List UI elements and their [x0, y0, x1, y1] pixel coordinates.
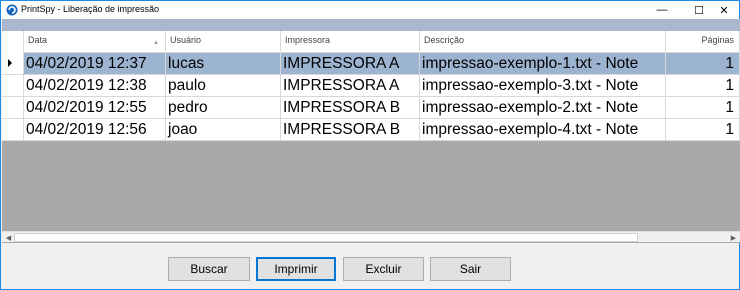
row-header[interactable] [2, 75, 24, 97]
table-row[interactable]: 04/02/2019 12:37 lucas IMPRESSORA A impr… [2, 53, 740, 75]
close-icon: ✕ [719, 4, 729, 17]
cell-descricao[interactable]: impressao-exemplo-2.txt - Note [420, 97, 666, 119]
buscar-button[interactable]: Buscar [168, 257, 250, 281]
print-jobs-grid[interactable]: Data ▲ Usuário Impressora Descrição Pági… [2, 19, 740, 243]
cell-data[interactable]: 04/02/2019 12:56 [24, 119, 166, 141]
table-row[interactable]: 04/02/2019 12:38 paulo IMPRESSORA A impr… [2, 75, 740, 97]
cell-impressora[interactable]: IMPRESSORA B [281, 119, 420, 141]
column-header-label: Descrição [424, 35, 465, 45]
column-header-usuario[interactable]: Usuário [166, 31, 281, 53]
close-button[interactable]: ✕ [709, 1, 739, 19]
column-header-label: Usuário [170, 35, 202, 45]
cell-data[interactable]: 04/02/2019 12:38 [24, 75, 166, 97]
row-header[interactable] [2, 119, 24, 141]
column-header-label: Data [28, 35, 48, 45]
cell-data[interactable]: 04/02/2019 12:55 [24, 97, 166, 119]
cell-paginas[interactable]: 1 [666, 75, 740, 97]
column-header-descricao[interactable]: Descrição [420, 31, 666, 53]
minimize-button[interactable]: — [647, 1, 677, 19]
column-header-label: Páginas [701, 35, 734, 45]
grid-header: Data ▲ Usuário Impressora Descrição Pági… [2, 31, 740, 53]
column-header-impressora[interactable]: Impressora [281, 31, 420, 53]
cell-data[interactable]: 04/02/2019 12:37 [24, 53, 166, 75]
minimize-icon: — [656, 4, 668, 16]
printspy-app-icon [6, 4, 18, 16]
sort-icon: ▲ [153, 40, 159, 46]
scroll-right-icon[interactable]: ▶ [728, 232, 739, 243]
row-header[interactable] [2, 53, 24, 75]
cell-usuario[interactable]: pedro [166, 97, 281, 119]
column-header-data[interactable]: Data ▲ [24, 31, 166, 53]
sair-button[interactable]: Sair [430, 257, 511, 281]
imprimir-button[interactable]: Imprimir [256, 257, 336, 281]
cell-impressora[interactable]: IMPRESSORA A [281, 75, 420, 97]
window-title: PrintSpy - Liberação de impressão [21, 4, 160, 14]
cell-usuario[interactable]: lucas [166, 53, 281, 75]
column-header-label: Impressora [285, 35, 331, 45]
scrollbar-thumb[interactable] [14, 233, 638, 242]
cell-descricao[interactable]: impressao-exemplo-1.txt - Note [420, 53, 666, 75]
cell-paginas[interactable]: 1 [666, 97, 740, 119]
row-header-corner [2, 31, 24, 53]
scroll-left-icon[interactable]: ◀ [3, 232, 14, 243]
cell-paginas[interactable]: 1 [666, 119, 740, 141]
row-header[interactable] [2, 97, 24, 119]
table-row[interactable]: 04/02/2019 12:55 pedro IMPRESSORA B impr… [2, 97, 740, 119]
app-window: PrintSpy - Liberação de impressão — ☐ ✕ … [0, 0, 740, 290]
cell-descricao[interactable]: impressao-exemplo-3.txt - Note [420, 75, 666, 97]
excluir-button[interactable]: Excluir [343, 257, 424, 281]
cell-descricao[interactable]: impressao-exemplo-4.txt - Note [420, 119, 666, 141]
table-row[interactable]: 04/02/2019 12:56 joao IMPRESSORA B impre… [2, 119, 740, 141]
maximize-icon: ☐ [694, 4, 704, 17]
column-header-paginas[interactable]: Páginas [666, 31, 740, 53]
title-bar[interactable]: PrintSpy - Liberação de impressão — ☐ ✕ [1, 1, 739, 19]
cell-usuario[interactable]: joao [166, 119, 281, 141]
horizontal-scrollbar[interactable]: ◀ ▶ [2, 231, 740, 242]
current-row-indicator-icon [8, 59, 12, 67]
cell-paginas[interactable]: 1 [666, 53, 740, 75]
cell-impressora[interactable]: IMPRESSORA A [281, 53, 420, 75]
cell-usuario[interactable]: paulo [166, 75, 281, 97]
cell-impressora[interactable]: IMPRESSORA B [281, 97, 420, 119]
